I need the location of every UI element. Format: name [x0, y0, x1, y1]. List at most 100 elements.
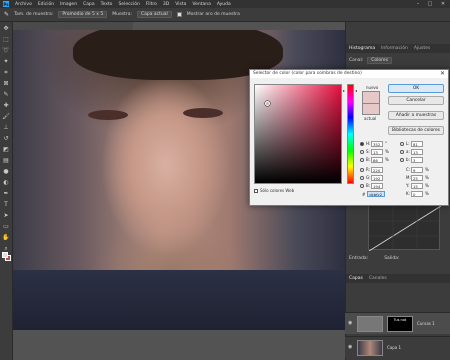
hue-slider-left-arrow-icon[interactable]: ▸ — [343, 88, 345, 93]
document-tab[interactable] — [13, 22, 133, 30]
menu-edicion[interactable]: Edición — [38, 2, 54, 7]
input-s[interactable]: 13 — [371, 148, 383, 155]
tab-histograma[interactable]: Histograma — [349, 46, 375, 51]
quick-select-tool-icon[interactable]: ✦ — [2, 57, 11, 66]
web-only-checkbox[interactable] — [254, 188, 258, 193]
menu-filtro[interactable]: Filtro — [146, 2, 157, 7]
photo-right-eye — [183, 108, 223, 118]
radio-lab-b[interactable] — [400, 157, 404, 162]
layer-name: Curvas 1 — [417, 321, 435, 326]
marquee-tool-icon[interactable]: ⬚ — [2, 35, 11, 44]
tab-capas[interactable]: Capas — [349, 276, 363, 281]
input-a[interactable]: 13 — [411, 148, 423, 155]
tab-canales[interactable]: Canales — [369, 276, 387, 281]
menu-texto[interactable]: Texto — [101, 2, 113, 7]
web-only-row: Sólo colores Web — [254, 188, 294, 193]
input-l[interactable]: 81 — [411, 140, 423, 147]
input-y[interactable]: 15 — [411, 182, 423, 189]
sample-select[interactable]: Capa actual — [136, 11, 172, 18]
menu-ventana[interactable]: Ventana — [192, 2, 210, 7]
input-b2[interactable]: 194 — [371, 182, 383, 189]
stamp-tool-icon[interactable]: ⊥ — [2, 123, 11, 132]
visibility-eye-icon[interactable]: ◉ — [348, 320, 352, 326]
menu-vista[interactable]: Vista — [175, 2, 186, 7]
hand-tool-icon[interactable]: ✋ — [2, 233, 11, 242]
brush-tool-icon[interactable]: 🖌 — [2, 112, 11, 121]
current-color-swatch[interactable] — [362, 103, 380, 115]
healing-brush-icon[interactable]: ✚ — [2, 101, 11, 110]
lasso-tool-icon[interactable]: ➰ — [2, 46, 11, 55]
radio-b[interactable] — [360, 157, 364, 162]
eyedropper-icon[interactable]: ✎ — [2, 90, 11, 99]
radio-r[interactable] — [360, 167, 364, 172]
radio-s[interactable] — [360, 149, 364, 154]
adjustment-thumb-icon — [357, 316, 383, 332]
radio-a[interactable] — [400, 149, 404, 154]
layer-mask-thumb[interactable]: Tus not — [387, 316, 413, 332]
input-lab-b[interactable]: 3 — [411, 156, 423, 163]
menu-3d[interactable]: 3D — [163, 2, 169, 7]
tab-ajustes[interactable]: Ajustes — [414, 46, 430, 51]
tab-informacion[interactable]: Información — [381, 46, 408, 51]
input-h[interactable]: 352 — [371, 140, 383, 147]
menu-capa[interactable]: Capa — [83, 2, 95, 7]
cancel-button[interactable]: Cancelar — [388, 96, 444, 105]
eraser-tool-icon[interactable]: ◩ — [2, 145, 11, 154]
menu-ayuda[interactable]: Ayuda — [217, 2, 231, 7]
foreground-color-swatch[interactable] — [2, 252, 8, 258]
gradient-tool-icon[interactable]: ▤ — [2, 156, 11, 165]
menu-imagen[interactable]: Imagen — [60, 2, 77, 7]
dialog-close-icon[interactable]: ✕ — [440, 70, 445, 78]
input-m[interactable]: 25 — [411, 174, 423, 181]
shape-tool-icon[interactable]: ▭ — [2, 222, 11, 231]
channel-label: Canal: — [349, 57, 364, 63]
channel-select[interactable]: Colores — [367, 56, 393, 64]
curves-graph[interactable] — [368, 205, 442, 252]
hue-slider[interactable] — [347, 84, 354, 184]
curves-io-row: Entrada: Salida: — [349, 254, 399, 262]
layer-row-curves[interactable]: ◉ Tus not Curvas 1 — [345, 312, 450, 334]
color-selector-ring[interactable] — [265, 101, 270, 106]
sample-size-select[interactable]: Promedio de 5 x 5 — [58, 11, 108, 18]
hue-slider-right-arrow-icon[interactable]: ◂ — [355, 88, 357, 93]
radio-h[interactable] — [360, 141, 364, 146]
show-ring-checkbox[interactable] — [176, 12, 182, 17]
crop-tool-icon[interactable]: ⌗ — [2, 68, 11, 77]
dodge-tool-icon[interactable]: ◐ — [2, 178, 11, 187]
move-tool-icon[interactable]: ✥ — [2, 24, 11, 33]
menu-seleccion[interactable]: Selección — [118, 2, 139, 7]
saturation-brightness-field[interactable] — [254, 84, 342, 184]
visibility-eye-icon[interactable]: ◉ — [348, 344, 352, 350]
color-libraries-button[interactable]: Bibliotecas de colores — [388, 126, 444, 135]
web-only-label: Sólo colores Web — [260, 188, 295, 193]
hex-input[interactable]: dcbfc2 — [367, 191, 386, 197]
hex-label: # — [362, 191, 366, 197]
input-k[interactable]: 0 — [411, 190, 423, 197]
maximize-icon[interactable]: □ — [424, 0, 436, 8]
photo-left-eye — [88, 110, 128, 120]
input-r[interactable]: 220 — [371, 166, 383, 173]
radio-g[interactable] — [360, 175, 364, 180]
ok-button[interactable]: OK — [388, 84, 444, 93]
close-window-icon[interactable]: ✕ — [437, 0, 449, 8]
input-c[interactable]: 9 — [411, 166, 423, 173]
add-to-swatches-button[interactable]: Añadir a muestras — [388, 111, 444, 120]
blur-tool-icon[interactable]: ● — [2, 167, 11, 176]
radio-l[interactable] — [400, 141, 404, 146]
path-select-icon[interactable]: ➤ — [2, 211, 11, 220]
radio-b2[interactable] — [360, 183, 364, 188]
type-tool-icon[interactable]: T — [2, 200, 11, 209]
pen-tool-icon[interactable]: ✒ — [2, 189, 11, 198]
frame-tool-icon[interactable]: ⊠ — [2, 79, 11, 88]
curve-line — [368, 205, 442, 252]
input-g[interactable]: 192 — [371, 174, 383, 181]
eyedropper-tool-icon[interactable]: ✎ — [4, 11, 9, 18]
history-brush-icon[interactable]: ↺ — [2, 134, 11, 143]
field-r: R: 220 — [360, 166, 383, 173]
minimize-icon[interactable]: – — [412, 0, 424, 8]
channel-row: Canal: Colores — [349, 56, 393, 64]
color-picker-dialog: Selector de color (color para sombras de… — [249, 69, 449, 206]
layer-row-capa1[interactable]: ◉ Capa 1 — [345, 336, 450, 358]
menu-archivo[interactable]: Archivo — [15, 2, 32, 7]
input-b[interactable]: 86 — [371, 156, 383, 163]
